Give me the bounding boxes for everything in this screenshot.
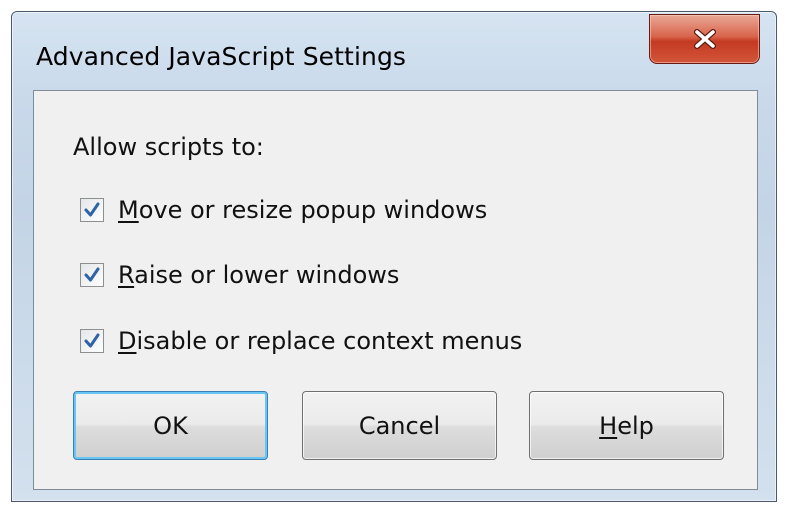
close-button[interactable] xyxy=(649,14,760,64)
help-button[interactable]: Help xyxy=(529,391,724,460)
close-icon xyxy=(692,28,718,50)
dialog-body: Allow scripts to: Move or resize popup w… xyxy=(33,90,758,490)
move-resize-popup-checkbox[interactable] xyxy=(80,198,104,222)
ok-button-label: OK xyxy=(153,411,188,440)
ok-button[interactable]: OK xyxy=(73,391,268,460)
raise-lower-windows-option[interactable]: Raise or lower windows xyxy=(80,261,399,289)
raise-lower-windows-checkbox[interactable] xyxy=(80,263,104,287)
disable-context-menus-checkbox[interactable] xyxy=(80,329,104,353)
cancel-button-label: Cancel xyxy=(358,411,441,440)
dialog-window: Advanced JavaScript Settings Allow scrip… xyxy=(11,11,777,502)
disable-context-menus-label: Disable or replace context menus xyxy=(118,327,523,355)
checkmark-icon xyxy=(84,333,100,348)
checkmark-icon xyxy=(84,202,100,217)
window-title: Advanced JavaScript Settings xyxy=(36,42,407,71)
allow-scripts-heading: Allow scripts to: xyxy=(73,133,264,161)
raise-lower-windows-label: Raise or lower windows xyxy=(118,261,400,289)
checkmark-icon xyxy=(84,267,100,282)
disable-context-menus-option[interactable]: Disable or replace context menus xyxy=(80,327,522,355)
help-button-label: Help xyxy=(599,411,654,440)
move-resize-popup-option[interactable]: Move or resize popup windows xyxy=(80,196,487,224)
move-resize-popup-label: Move or resize popup windows xyxy=(118,196,488,224)
cancel-button[interactable]: Cancel xyxy=(302,391,497,460)
